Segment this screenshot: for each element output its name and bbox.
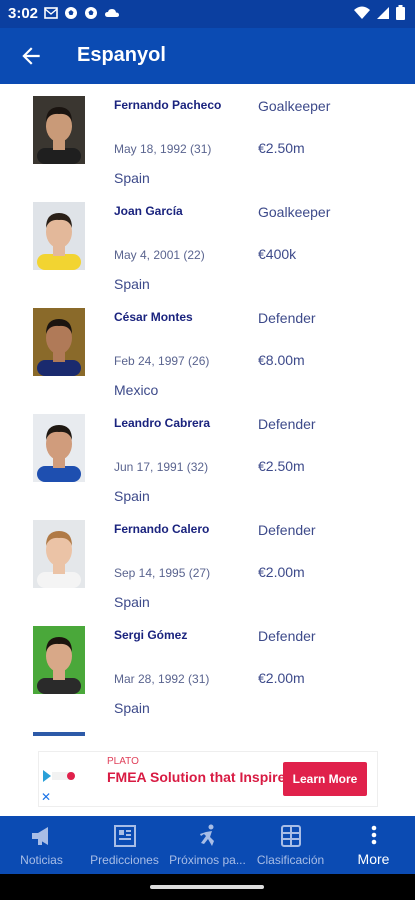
player-position: Defender: [258, 522, 316, 538]
nav-label: Noticias: [20, 853, 63, 867]
back-arrow-icon[interactable]: [18, 43, 44, 69]
list-item[interactable]: Leandro Cabrera Defender Jun 17, 1991 (3…: [0, 402, 415, 508]
player-nationality: Mexico: [114, 382, 159, 398]
portrait-image: [37, 107, 81, 164]
nav-item-predicciones[interactable]: Predicciones: [83, 816, 166, 874]
player-birthdate: May 4, 2001 (22): [114, 248, 205, 262]
portrait-image: [37, 319, 81, 376]
player-nationality: Spain: [114, 488, 150, 504]
table-icon: [280, 825, 301, 847]
player-birthdate: Feb 24, 1997 (26): [114, 354, 210, 368]
portrait-image: [37, 425, 81, 482]
signal-icon: [377, 6, 389, 19]
player-nationality: Spain: [114, 170, 150, 186]
ad-banner[interactable]: ✕ PLATO FMEA Solution that Inspires Lear…: [38, 751, 378, 807]
player-market-value: €2.50m: [258, 140, 305, 156]
portrait-image: [33, 732, 85, 736]
player-position: Defender: [258, 310, 316, 326]
player-photo: [33, 520, 85, 588]
nav-item-noticias[interactable]: Noticias: [0, 816, 83, 874]
portrait-image: [37, 213, 81, 270]
notification-icons: [44, 6, 120, 20]
status-bar: 3:02: [0, 0, 415, 28]
gesture-bar: [0, 874, 415, 900]
list-item[interactable]: Fernando Pacheco Goalkeeper May 18, 1992…: [0, 84, 415, 190]
soccer-ball-icon: [85, 7, 97, 19]
ad-cta-button[interactable]: Learn More: [283, 762, 367, 796]
player-nationality: Spain: [114, 594, 150, 610]
nav-item-more[interactable]: More: [332, 816, 415, 874]
nav-item-proximos-partidos[interactable]: Próximos pa...: [166, 816, 249, 874]
player-photo: [33, 626, 85, 694]
list-item[interactable]: Joan García Goalkeeper May 4, 2001 (22) …: [0, 190, 415, 296]
player-birthdate: May 18, 1992 (31): [114, 142, 212, 156]
player-market-value: €2.00m: [258, 564, 305, 580]
player-photo: [33, 732, 85, 736]
list-item[interactable]: César Montes Defender Feb 24, 1997 (26) …: [0, 296, 415, 402]
list-item[interactable]: [0, 720, 415, 736]
player-photo: [33, 202, 85, 270]
portrait-image: [37, 637, 81, 694]
player-name: César Montes: [114, 310, 193, 324]
soccer-ball-icon: [65, 7, 77, 19]
player-position: Defender: [258, 628, 316, 644]
player-market-value: €400k: [258, 246, 297, 262]
ad-close-icon[interactable]: ✕: [41, 790, 51, 804]
player-name: Fernando Pacheco: [114, 98, 222, 112]
player-position: Defender: [258, 416, 316, 432]
runner-icon: [199, 824, 214, 846]
player-birthdate: Sep 14, 1995 (27): [114, 566, 211, 580]
ad-brand: PLATO: [107, 756, 139, 767]
player-birthdate: Mar 28, 1992 (31): [114, 672, 210, 686]
battery-icon: [396, 5, 405, 20]
cloud-icon: [105, 9, 119, 17]
player-position: Goalkeeper: [258, 98, 331, 114]
player-name: Fernando Calero: [114, 522, 210, 536]
player-list[interactable]: Fernando Pacheco Goalkeeper May 18, 1992…: [0, 84, 415, 736]
news-icon: [113, 825, 136, 847]
app-bar: Espanyol: [0, 28, 415, 84]
nav-label: More: [357, 851, 390, 867]
player-name: Joan García: [114, 204, 183, 218]
player-market-value: €8.00m: [258, 352, 305, 368]
list-item[interactable]: Sergi Gómez Defender Mar 28, 1992 (31) €…: [0, 614, 415, 720]
player-position: Goalkeeper: [258, 204, 331, 220]
nav-item-clasificacion[interactable]: Clasificación: [249, 816, 332, 874]
player-photo: [33, 96, 85, 164]
nav-label: Predicciones: [90, 853, 159, 867]
player-photo: [33, 308, 85, 376]
portrait-image: [37, 531, 81, 588]
player-nationality: Spain: [114, 700, 150, 716]
status-time: 3:02: [8, 5, 39, 22]
player-market-value: €2.00m: [258, 670, 305, 686]
list-item[interactable]: Fernando Calero Defender Sep 14, 1995 (2…: [0, 508, 415, 614]
nav-label: Próximos pa...: [169, 853, 246, 867]
page-title: Espanyol: [77, 44, 166, 66]
player-name: Leandro Cabrera: [114, 416, 211, 430]
system-icons: [354, 5, 405, 20]
nav-label: Clasificación: [256, 853, 325, 867]
player-market-value: €2.50m: [258, 458, 305, 474]
player-nationality: Spain: [114, 276, 150, 292]
player-birthdate: Jun 17, 1991 (32): [114, 460, 209, 474]
megaphone-icon: [31, 827, 48, 845]
wifi-icon: [354, 6, 370, 19]
mail-icon: [44, 7, 58, 19]
home-indicator[interactable]: [150, 885, 264, 889]
more-vertical-icon: [371, 825, 376, 845]
ad-headline[interactable]: FMEA Solution that Inspires: [107, 769, 307, 785]
player-photo: [33, 414, 85, 482]
bottom-navigation: Noticias Predicciones Próximos pa... Cla…: [0, 816, 415, 874]
player-name: Sergi Gómez: [114, 628, 188, 642]
